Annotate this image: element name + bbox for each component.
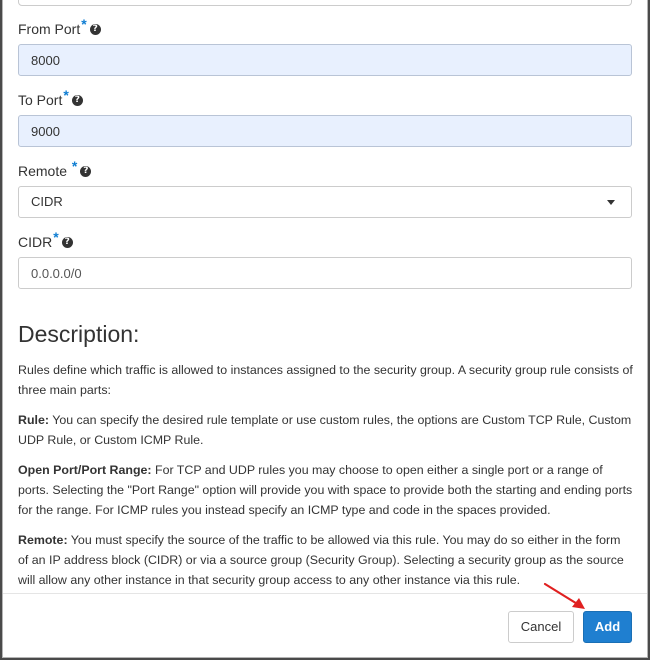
remote-label-row: Remote *? (18, 158, 632, 181)
required-mark: * (71, 158, 78, 174)
description-rule: Rule: You can specify the desired rule t… (18, 410, 634, 450)
rule-text: You can specify the desired rule templat… (18, 413, 632, 447)
description-intro: Rules define which traffic is allowed to… (18, 363, 633, 397)
from-port-group: From Port*? (18, 16, 632, 76)
remote-group: Remote *? CIDR (18, 158, 632, 218)
cancel-button[interactable]: Cancel (508, 611, 574, 643)
description-port: Open Port/Port Range: For TCP and UDP ru… (18, 460, 634, 520)
cidr-group: CIDR*? (18, 229, 632, 289)
from-port-label: From Port (18, 21, 81, 37)
cidr-input[interactable] (18, 257, 632, 289)
required-mark: * (81, 16, 87, 32)
to-port-label: To Port (18, 92, 63, 108)
to-port-label-row: To Port*? (18, 87, 632, 110)
question-circle-icon[interactable]: ? (80, 165, 92, 177)
to-port-group: To Port*? (18, 87, 632, 147)
question-circle-icon[interactable]: ? (89, 23, 101, 35)
remote-selected-value: CIDR (31, 194, 63, 209)
required-mark: * (63, 87, 69, 103)
cidr-label: CIDR (18, 234, 53, 250)
rule-term: Rule: (18, 413, 49, 427)
port-term: Open Port/Port Range: (18, 463, 152, 477)
from-port-label-row: From Port*? (18, 16, 632, 39)
remote-term: Remote: (18, 533, 68, 547)
cidr-label-row: CIDR*? (18, 229, 632, 252)
add-rule-modal: From Port*? To Port*? Remote *? CIDR CID… (2, 0, 648, 658)
previous-field-edge (18, 0, 632, 6)
description-panel: Description: Rules define which traffic … (18, 318, 634, 600)
remote-label: Remote (18, 163, 68, 179)
required-mark: * (53, 229, 59, 245)
caret-down-icon (607, 200, 615, 205)
from-port-input[interactable] (18, 44, 632, 76)
red-arrow-icon (543, 582, 585, 609)
question-circle-icon[interactable]: ? (71, 94, 83, 106)
add-button[interactable]: Add (583, 611, 632, 643)
description-heading: Description: (18, 321, 140, 347)
remote-select[interactable]: CIDR (18, 186, 632, 218)
remote-text: You must specify the source of the traff… (18, 533, 624, 587)
to-port-input[interactable] (18, 115, 632, 147)
question-circle-icon[interactable]: ? (61, 236, 73, 248)
